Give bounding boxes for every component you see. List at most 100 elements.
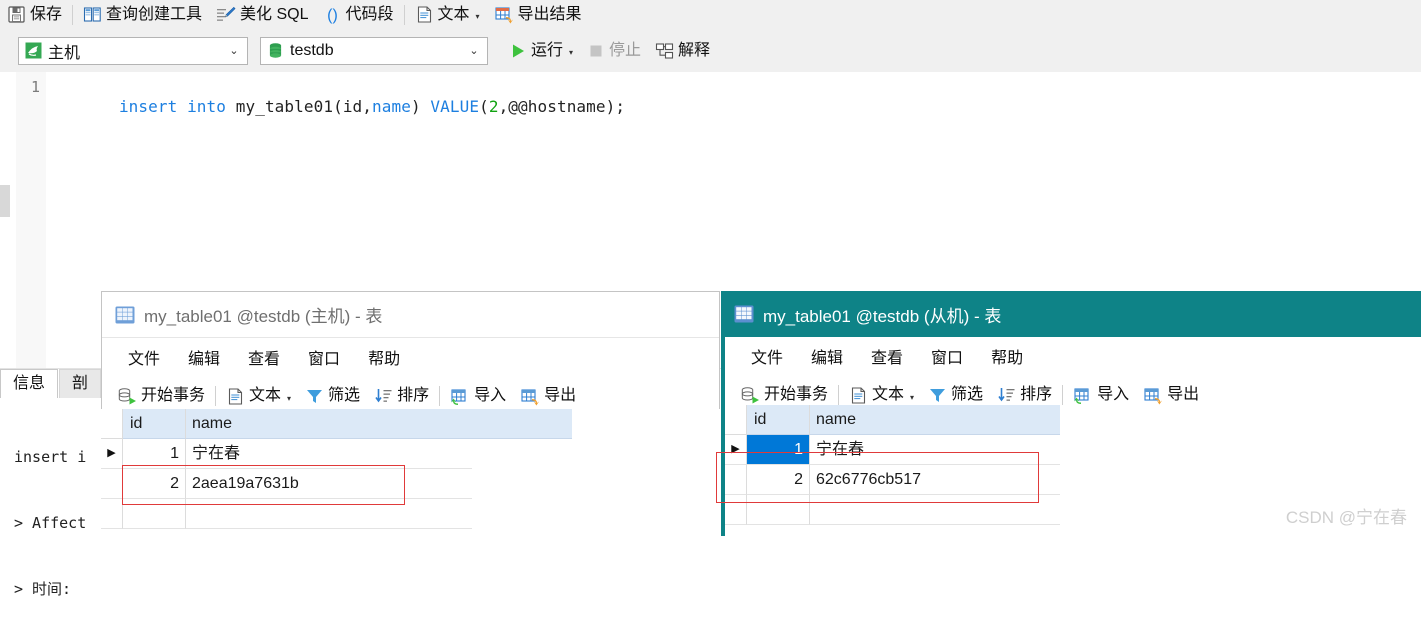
cell-id-slave-2[interactable]: 2 [747, 465, 810, 495]
menu-view-slave[interactable]: 查看 [857, 344, 917, 368]
current-row-arrow-icon: ▶ [731, 443, 740, 455]
beautify-sql-button[interactable]: 美化 SQL [209, 0, 315, 29]
text-label-slave: 文本 [872, 386, 905, 403]
text-button-master[interactable]: 文本 ▾ [219, 382, 298, 411]
tab-info[interactable]: 信息 [0, 369, 59, 398]
run-button[interactable]: 运行 ▾ [502, 36, 580, 65]
database-select[interactable]: testdb ⌄ [260, 36, 488, 65]
save-label: 保存 [30, 5, 63, 23]
grid-header-name-master[interactable]: name [186, 409, 572, 439]
sql-literal-number: 2 [488, 97, 499, 116]
menu-file-slave[interactable]: 文件 [737, 344, 797, 368]
chevron-down-icon-text-slave[interactable]: ▾ [910, 393, 914, 402]
info-tabs: 信息 剖 [0, 369, 102, 398]
window-title-text-slave: my_table01 @testdb (从机) - 表 [763, 306, 1002, 326]
menu-edit-slave[interactable]: 编辑 [797, 344, 857, 368]
cell-id-slave-3[interactable] [747, 495, 810, 525]
grid-header-id-slave[interactable]: id [747, 405, 810, 435]
filter-label-master: 筛选 [328, 387, 361, 404]
menu-window-slave[interactable]: 窗口 [917, 344, 977, 368]
grid-header-row-master: id name [101, 409, 572, 439]
cell-id-master-3[interactable] [123, 499, 186, 529]
watermark: CSDN @宁在春 [1285, 508, 1407, 527]
table-row[interactable]: ▶ 1 宁在春 [725, 435, 1060, 465]
menu-help-master[interactable]: 帮助 [354, 345, 414, 369]
grid-header-name-slave[interactable]: name [810, 405, 1060, 435]
save-button[interactable]: 保存 [0, 0, 69, 29]
sql-comma-1: , [362, 97, 373, 116]
menu-help-slave[interactable]: 帮助 [977, 344, 1037, 368]
cell-name-master-2[interactable]: 2aea19a7631b [186, 469, 472, 499]
run-label: 运行 [531, 41, 564, 59]
explain-label: 解释 [678, 41, 711, 59]
export-button-master[interactable]: 导出 [513, 382, 583, 411]
toolbar-divider-2 [403, 4, 405, 25]
chevron-down-icon-text-master[interactable]: ▾ [287, 394, 291, 403]
filter-label-slave: 筛选 [951, 386, 984, 403]
sql-space-2 [226, 97, 236, 116]
table-row[interactable] [725, 495, 1060, 525]
sql-comma-2: , [498, 97, 509, 116]
query-builder-button[interactable]: 查询创建工具 [76, 0, 209, 29]
host-select[interactable]: 主机 ⌄ [18, 36, 248, 65]
sql-space-1 [177, 97, 187, 116]
sql-paren-close-1: ) [410, 97, 421, 116]
cell-name-slave-3[interactable] [810, 495, 1060, 525]
filter-icon [305, 387, 324, 406]
row-marker-master-2 [101, 469, 123, 499]
cell-name-master-3[interactable] [186, 499, 472, 529]
menu-view-master[interactable]: 查看 [234, 345, 294, 369]
stop-icon [587, 42, 605, 60]
text-icon [415, 5, 434, 24]
import-label-master: 导入 [474, 387, 507, 404]
stop-button[interactable]: 停止 [580, 36, 648, 65]
export-label-slave: 导出 [1167, 386, 1200, 403]
table-row[interactable]: 2 62c6776cb517 [725, 465, 1060, 495]
grid-header-id-master[interactable]: id [123, 409, 186, 439]
sql-table-name: my_table01 [235, 97, 334, 116]
export-result-button[interactable]: 导出结果 [487, 0, 589, 29]
table-row[interactable]: ▶ 1 宁在春 [101, 439, 472, 469]
sort-button-master[interactable]: 排序 [367, 382, 436, 411]
cell-name-master-1[interactable]: 宁在春 [186, 439, 472, 469]
chevron-down-icon-run[interactable]: ▾ [569, 48, 573, 57]
sql-column-id: id [342, 97, 363, 116]
window-title-text-master: my_table01 @testdb (主机) - 表 [144, 307, 383, 326]
text-button[interactable]: 文本 ▾ [408, 0, 487, 29]
row-marker-slave-2 [725, 465, 747, 495]
left-panel-splitter[interactable] [0, 185, 10, 217]
begin-transaction-button-master[interactable]: 开始事务 [110, 382, 212, 411]
sql-paren-open-2: ( [479, 97, 489, 116]
chevron-down-icon[interactable]: ⌄ [221, 44, 247, 57]
sort-label-slave: 排序 [1020, 386, 1053, 403]
save-icon [7, 5, 26, 24]
export-label-master: 导出 [544, 387, 577, 404]
menu-edit-master[interactable]: 编辑 [174, 345, 234, 369]
begin-transaction-label-master: 开始事务 [141, 387, 206, 404]
filter-button-master[interactable]: 筛选 [298, 382, 367, 411]
code-snippet-button[interactable]: () 代码段 [316, 0, 401, 29]
window-title-bar-slave[interactable]: my_table01 @testdb (从机) - 表 [721, 291, 1421, 337]
code-snippet-icon: () [323, 5, 342, 24]
grid-toolbar-divider-slave-1 [838, 385, 840, 405]
table-row[interactable]: 2 2aea19a7631b [101, 469, 472, 499]
menu-window-master[interactable]: 窗口 [294, 345, 354, 369]
cell-id-slave-1[interactable]: 1 [747, 435, 810, 465]
cell-name-slave-2[interactable]: 62c6776cb517 [810, 465, 1060, 495]
current-row-arrow-icon: ▶ [107, 447, 116, 459]
chevron-down-icon-db[interactable]: ⌄ [461, 44, 487, 57]
explain-button[interactable]: 解释 [648, 36, 717, 65]
cell-name-slave-1[interactable]: 宁在春 [810, 435, 1060, 465]
cell-id-master-1[interactable]: 1 [123, 439, 186, 469]
chevron-down-icon[interactable]: ▾ [476, 12, 480, 21]
import-button-master[interactable]: 导入 [443, 382, 513, 411]
window-title-bar-master[interactable]: my_table01 @testdb (主机) - 表 [102, 292, 719, 338]
begin-transaction-icon [117, 387, 137, 406]
data-grid-master[interactable]: id name ▶ 1 宁在春 2 2aea19a7631b [101, 409, 720, 536]
menu-file-master[interactable]: 文件 [114, 345, 174, 369]
tab-profile[interactable]: 剖 [59, 369, 102, 398]
table-row[interactable] [101, 499, 472, 529]
sql-code-line[interactable]: insert into my_table01(id,name) VALUE(2,… [80, 78, 625, 135]
cell-id-master-2[interactable]: 2 [123, 469, 186, 499]
stop-label: 停止 [609, 41, 642, 59]
